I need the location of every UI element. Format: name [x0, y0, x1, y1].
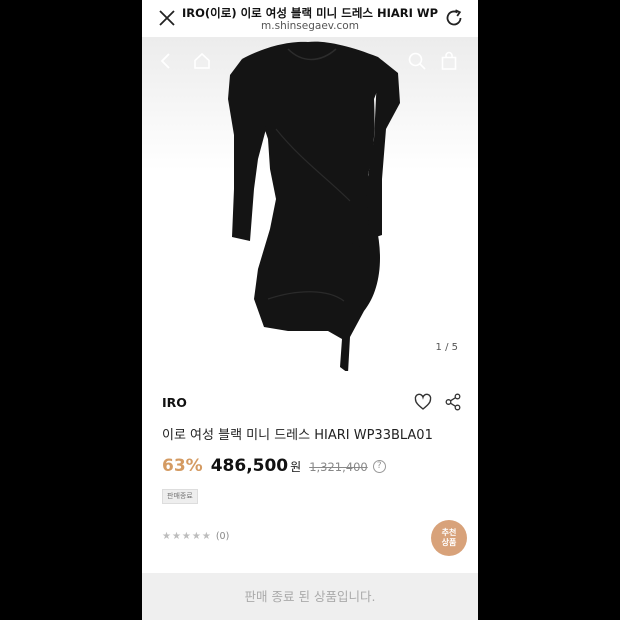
original-price: 1,321,400	[309, 460, 368, 474]
sold-out-bar: 판매 종료 된 상품입니다.	[142, 573, 478, 620]
heart-icon[interactable]	[414, 393, 432, 411]
home-icon[interactable]	[192, 51, 212, 71]
review-count: (0)	[215, 531, 230, 542]
mobile-page: IRO(이로) 이로 여성 블랙 미니 드레스 HIARI WP33... m.…	[142, 0, 478, 620]
reload-icon[interactable]	[444, 8, 464, 28]
gallery-counter: 1 / 5	[435, 342, 458, 353]
brand-name[interactable]: IRO	[162, 395, 187, 410]
recommend-button[interactable]: 추천 상품	[431, 520, 467, 556]
back-arrow-icon[interactable]	[156, 51, 176, 71]
sale-price: 486,500	[210, 456, 289, 476]
status-badge: 판매종료	[162, 489, 198, 504]
product-gallery[interactable]: 1 / 5	[142, 37, 478, 371]
recommend-line2: 상품	[441, 538, 457, 547]
recommend-line1: 추천	[441, 528, 457, 537]
price-row: 63% 486,500 원 1,321,400 ?	[162, 456, 386, 476]
close-icon[interactable]	[158, 9, 176, 27]
page-domain: m.shinsegaev.com	[261, 20, 359, 32]
browser-bar: IRO(이로) 이로 여성 블랙 미니 드레스 HIARI WP33... m.…	[142, 0, 478, 37]
discount-rate: 63%	[162, 456, 203, 476]
shopping-bag-icon[interactable]	[439, 51, 459, 71]
product-image[interactable]	[228, 39, 404, 371]
share-icon[interactable]	[445, 393, 461, 411]
star-icons: ★★★★★	[162, 531, 212, 542]
rating-stars[interactable]: ★★★★★ (0)	[162, 531, 229, 542]
product-title: 이로 여성 블랙 미니 드레스 HIARI WP33BLA01	[162, 428, 433, 443]
search-icon[interactable]	[407, 51, 427, 71]
page-title: IRO(이로) 이로 여성 블랙 미니 드레스 HIARI WP33...	[182, 6, 438, 20]
help-icon[interactable]: ?	[372, 459, 386, 473]
currency-label: 원	[290, 460, 302, 474]
